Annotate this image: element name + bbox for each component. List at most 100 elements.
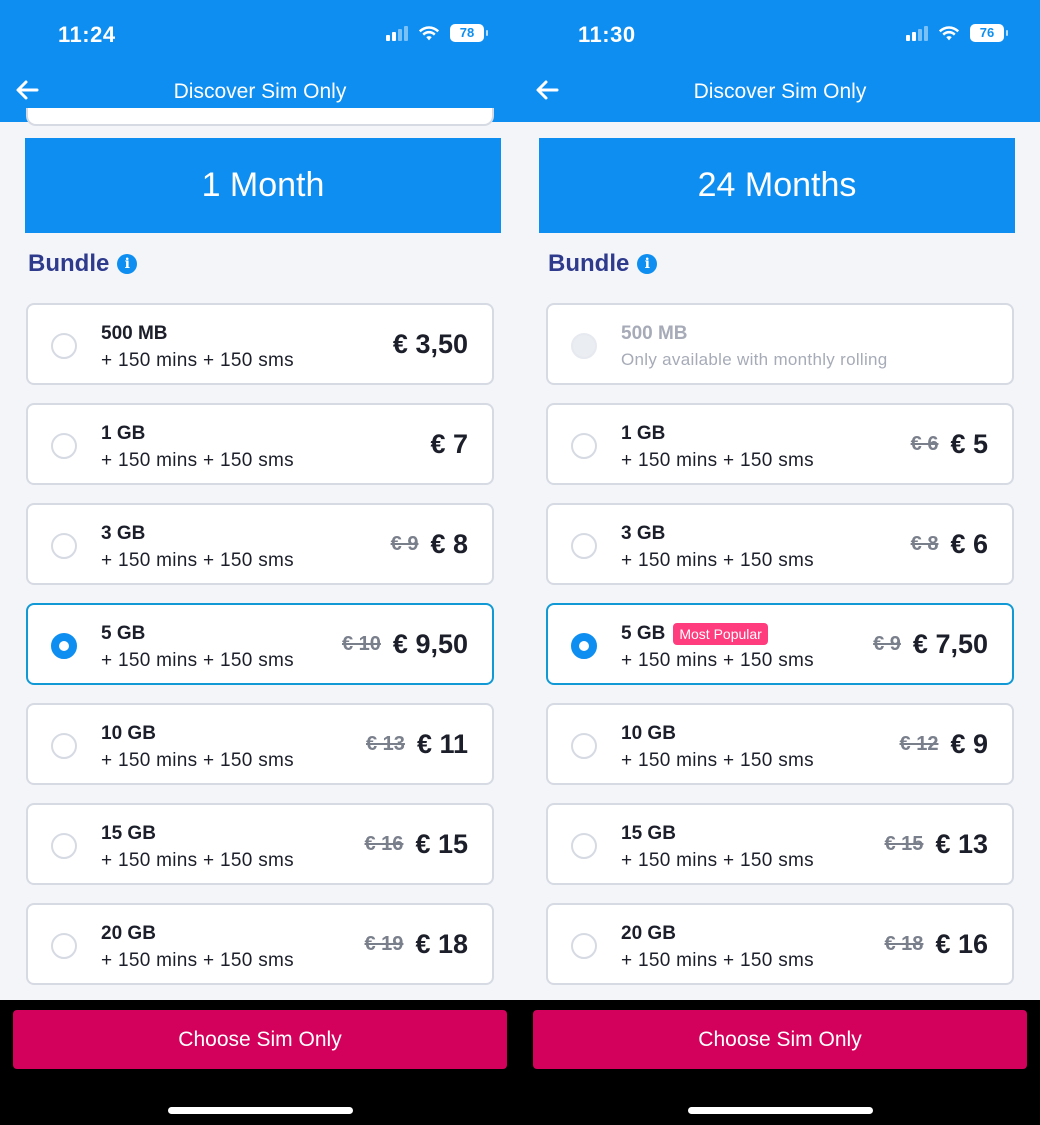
signal-bar: [918, 29, 922, 41]
wifi-icon: [938, 26, 960, 41]
bundle-data-amount: 10 GB: [101, 723, 156, 745]
radio-button[interactable]: [51, 933, 77, 959]
bundle-data-amount: 15 GB: [621, 823, 676, 845]
price-group: € 3,50: [393, 305, 468, 383]
bundle-option[interactable]: 10 GB + 150 mins + 150 sms € 12 € 9: [546, 703, 1014, 785]
radio-button[interactable]: [51, 533, 77, 559]
contract-duration-banner: 24 Months: [539, 138, 1015, 233]
price: € 8: [430, 528, 468, 559]
radio-button[interactable]: [571, 533, 597, 559]
bundle-detail: + 150 mins + 150 sms: [101, 650, 294, 671]
bottom-bar: Choose Sim Only: [0, 1000, 520, 1125]
signal-bar: [386, 35, 390, 41]
radio-button[interactable]: [571, 833, 597, 859]
bundle-name-label: 20 GB: [101, 923, 156, 944]
bundle-option[interactable]: 15 GB + 150 mins + 150 sms € 16 € 15: [26, 803, 494, 885]
section-title-label: Bundle: [548, 250, 630, 277]
bundle-option[interactable]: 1 GB + 150 mins + 150 sms € 7: [26, 403, 494, 485]
signal-bar: [404, 26, 408, 41]
choose-sim-only-button[interactable]: Choose Sim Only: [533, 1010, 1027, 1069]
bundle-name-label: 500 MB: [101, 323, 168, 344]
bundle-option[interactable]: 1 GB + 150 mins + 150 sms € 6 € 5: [546, 403, 1014, 485]
price: € 18: [415, 928, 468, 959]
bundle-name-label: 10 GB: [621, 723, 676, 744]
radio-button: [571, 333, 597, 359]
bundle-name-label: 1 GB: [101, 423, 146, 444]
bundle-option[interactable]: 500 MB + 150 mins + 150 sms € 3,50: [26, 303, 494, 385]
bundle-data-amount: 10 GB: [621, 723, 676, 745]
bundle-detail: + 150 mins + 150 sms: [621, 450, 814, 471]
bundle-name-label: 5 GB: [101, 623, 146, 644]
bundle-option[interactable]: 15 GB + 150 mins + 150 sms € 15 € 13: [546, 803, 1014, 885]
signal-bar: [924, 26, 928, 41]
radio-button[interactable]: [571, 633, 597, 659]
bundle-detail: + 150 mins + 150 sms: [621, 750, 814, 771]
price-group: € 12 € 9: [900, 705, 988, 783]
price: € 16: [935, 928, 988, 959]
choose-sim-only-button[interactable]: Choose Sim Only: [13, 1010, 507, 1069]
bundle-option[interactable]: 5 GB Most Popular + 150 mins + 150 sms € 9 €…: [546, 603, 1014, 685]
bundle-name-label: 5 GB: [621, 623, 666, 644]
bundle-detail: + 150 mins + 150 sms: [621, 850, 814, 871]
old-price: € 13: [366, 732, 405, 755]
bundle-data-amount: 500 MB: [621, 323, 688, 345]
home-indicator: [168, 1107, 353, 1114]
bundle-name-label: 15 GB: [101, 823, 156, 844]
radio-button[interactable]: [571, 433, 597, 459]
bundle-option[interactable]: 20 GB + 150 mins + 150 sms € 18 € 16: [546, 903, 1014, 985]
status-icons: 78: [386, 24, 488, 42]
bundle-detail: Only available with monthly rolling: [621, 350, 888, 369]
bundle-data-amount: 500 MB: [101, 323, 168, 345]
battery-icon: 78: [450, 24, 488, 42]
price: € 11: [416, 728, 468, 759]
bundle-option[interactable]: 20 GB + 150 mins + 150 sms € 19 € 18: [26, 903, 494, 985]
previous-card-edge: [26, 108, 494, 126]
price: € 13: [935, 828, 988, 859]
bundle-detail: + 150 mins + 150 sms: [621, 550, 814, 571]
radio-button[interactable]: [51, 433, 77, 459]
info-icon[interactable]: i: [117, 254, 138, 274]
info-icon[interactable]: i: [637, 254, 658, 274]
price-group: € 6 € 5: [911, 405, 988, 483]
bundle-name-label: 500 MB: [621, 323, 688, 344]
old-price: € 9: [873, 632, 901, 655]
signal-bar: [392, 32, 396, 41]
price: € 9,50: [392, 628, 468, 659]
bundle-detail: + 150 mins + 150 sms: [101, 950, 294, 971]
radio-button[interactable]: [51, 733, 77, 759]
price-group: € 16 € 15: [365, 805, 469, 883]
bundle-option[interactable]: 5 GB + 150 mins + 150 sms € 10 € 9,50: [26, 603, 494, 685]
price-group: € 13 € 11: [366, 705, 468, 783]
old-price: € 16: [364, 832, 404, 855]
contract-duration-banner: 1 Month: [25, 138, 501, 233]
radio-button[interactable]: [51, 833, 77, 859]
price-group: € 8 € 6: [911, 505, 988, 583]
old-price: € 9: [390, 532, 419, 555]
status-time: 11:24: [58, 22, 116, 47]
signal-icon: [386, 25, 408, 41]
bundle-option[interactable]: 10 GB + 150 mins + 150 sms € 13 € 11: [26, 703, 494, 785]
bundle-option[interactable]: 3 GB + 150 mins + 150 sms € 9 € 8: [26, 503, 494, 585]
radio-button[interactable]: [51, 633, 77, 659]
bundle-name-label: 15 GB: [621, 823, 676, 844]
bundle-data-amount: 15 GB: [101, 823, 156, 845]
bundle-data-amount: 3 GB: [101, 523, 145, 545]
signal-bar: [398, 29, 402, 41]
radio-button[interactable]: [571, 933, 597, 959]
signal-bar: [912, 32, 916, 41]
section-title: Bundle i: [548, 250, 658, 278]
price: € 15: [415, 828, 468, 859]
bundle-data-amount: 1 GB: [621, 423, 665, 445]
bundle-option[interactable]: 3 GB + 150 mins + 150 sms € 8 € 6: [546, 503, 1014, 585]
bundle-data-amount: 5 GB: [101, 623, 145, 645]
page-title: Discover Sim Only: [693, 80, 867, 103]
bundle-detail: + 150 mins + 150 sms: [101, 850, 294, 871]
bundle-detail: + 150 mins + 150 sms: [101, 750, 294, 771]
section-title: Bundle i: [28, 250, 138, 278]
signal-bar: [906, 35, 910, 41]
radio-button[interactable]: [51, 333, 77, 359]
bundle-data-amount: 3 GB: [621, 523, 665, 545]
bundle-detail: + 150 mins + 150 sms: [101, 450, 294, 471]
price-group: € 10 € 9,50: [342, 605, 468, 683]
radio-button[interactable]: [571, 733, 597, 759]
